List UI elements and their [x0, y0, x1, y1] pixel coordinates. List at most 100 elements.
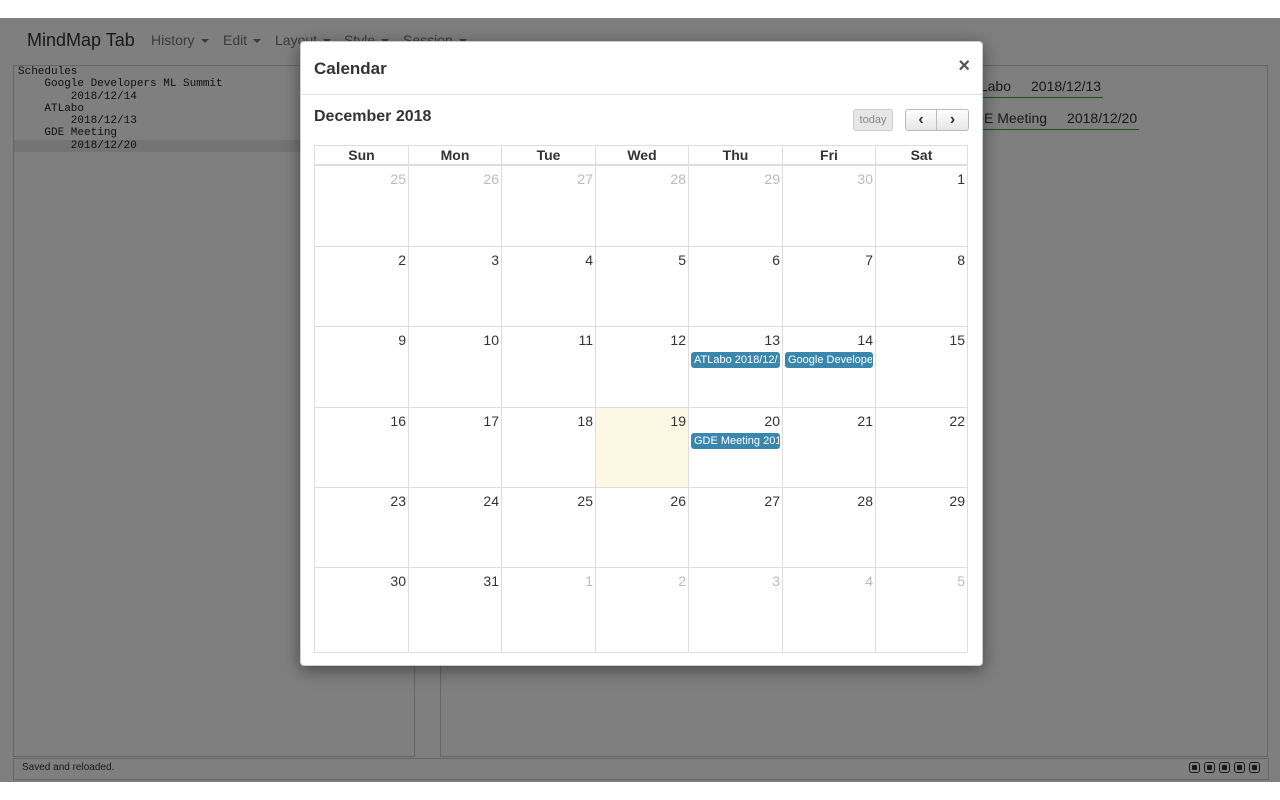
- day-number: 9: [398, 332, 406, 348]
- day-cell[interactable]: 10: [408, 326, 502, 408]
- weekday-header: Tue: [501, 145, 596, 165]
- day-cell[interactable]: 26: [595, 487, 689, 568]
- day-cell[interactable]: 28: [782, 487, 876, 568]
- day-number: 6: [772, 252, 780, 268]
- day-cell[interactable]: 1: [875, 165, 968, 247]
- day-cell[interactable]: 13 ATLabo 2018/12/13: [688, 326, 783, 408]
- day-cell[interactable]: 23: [314, 487, 409, 568]
- day-cell[interactable]: 14 Google Developers ML Summit 2018/12/14: [782, 326, 876, 408]
- day-number: 4: [585, 252, 593, 268]
- day-cell[interactable]: 11: [501, 326, 596, 408]
- day-cell[interactable]: 9: [314, 326, 409, 408]
- day-cell[interactable]: 5: [875, 567, 968, 653]
- day-number: 19: [670, 413, 686, 429]
- day-number: 13: [764, 332, 780, 348]
- day-cell[interactable]: 18: [501, 407, 596, 488]
- day-cell[interactable]: 29: [688, 165, 783, 247]
- day-number: 12: [670, 332, 686, 348]
- weekday-header: Mon: [408, 145, 502, 165]
- modal-title: Calendar: [314, 59, 387, 78]
- day-number: 2: [678, 573, 686, 589]
- day-cell[interactable]: 4: [782, 567, 876, 653]
- day-cell[interactable]: 4: [501, 246, 596, 327]
- day-cell[interactable]: 21: [782, 407, 876, 488]
- today-button[interactable]: today: [853, 109, 893, 131]
- calendar-event[interactable]: ATLabo 2018/12/13: [691, 352, 780, 368]
- next-month-button[interactable]: ›: [937, 109, 969, 131]
- day-cell[interactable]: 15: [875, 326, 968, 408]
- day-cell[interactable]: 30: [314, 567, 409, 653]
- day-number: 26: [483, 171, 499, 187]
- day-number: 28: [670, 171, 686, 187]
- day-cell[interactable]: 27: [688, 487, 783, 568]
- day-number: 15: [949, 332, 965, 348]
- day-cell[interactable]: 5: [595, 246, 689, 327]
- weekday-header: Fri: [782, 145, 876, 165]
- day-number: 5: [957, 573, 965, 589]
- day-number: 31: [483, 573, 499, 589]
- day-cell[interactable]: 3: [408, 246, 502, 327]
- day-cell[interactable]: 29: [875, 487, 968, 568]
- day-number: 16: [390, 413, 406, 429]
- month-nav: ‹ ›: [905, 109, 969, 131]
- day-number: 27: [764, 493, 780, 509]
- day-number: 3: [772, 573, 780, 589]
- day-number: 25: [390, 171, 406, 187]
- day-cell[interactable]: 22: [875, 407, 968, 488]
- day-cell[interactable]: 27: [501, 165, 596, 247]
- day-cell[interactable]: 2: [595, 567, 689, 653]
- day-cell[interactable]: 16: [314, 407, 409, 488]
- day-cell[interactable]: 7: [782, 246, 876, 327]
- day-number: 30: [390, 573, 406, 589]
- day-cell[interactable]: 6: [688, 246, 783, 327]
- day-number: 26: [670, 493, 686, 509]
- day-cell[interactable]: 8: [875, 246, 968, 327]
- day-number: 1: [585, 573, 593, 589]
- day-number: 24: [483, 493, 499, 509]
- day-number: 10: [483, 332, 499, 348]
- weekday-header: Wed: [595, 145, 689, 165]
- day-number: 7: [865, 252, 873, 268]
- day-number: 3: [491, 252, 499, 268]
- weekday-header: Sun: [314, 145, 409, 165]
- day-cell[interactable]: 17: [408, 407, 502, 488]
- day-cell[interactable]: 20 GDE Meeting 2018/12/20: [688, 407, 783, 488]
- day-number: 20: [764, 413, 780, 429]
- day-number: 21: [857, 413, 873, 429]
- day-number: 14: [857, 332, 873, 348]
- day-cell[interactable]: 25: [501, 487, 596, 568]
- day-number: 28: [857, 493, 873, 509]
- day-cell[interactable]: 26: [408, 165, 502, 247]
- day-cell[interactable]: 31: [408, 567, 502, 653]
- day-number: 23: [390, 493, 406, 509]
- day-cell[interactable]: 24: [408, 487, 502, 568]
- day-cell[interactable]: 30: [782, 165, 876, 247]
- day-cell[interactable]: 25: [314, 165, 409, 247]
- day-number: 5: [678, 252, 686, 268]
- day-number: 25: [577, 493, 593, 509]
- day-number: 17: [483, 413, 499, 429]
- day-number: 2: [398, 252, 406, 268]
- day-number: 4: [865, 573, 873, 589]
- weekday-header: Sat: [875, 145, 968, 165]
- day-number: 30: [857, 171, 873, 187]
- day-cell[interactable]: 28: [595, 165, 689, 247]
- day-number: 1: [957, 171, 965, 187]
- day-cell[interactable]: 12: [595, 326, 689, 408]
- day-number: 11: [578, 332, 593, 348]
- weekday-header: Thu: [688, 145, 783, 165]
- calendar-modal: Calendar × December 2018 today ‹ › Sun Mo…: [300, 41, 983, 666]
- prev-month-button[interactable]: ‹: [905, 109, 937, 131]
- day-cell[interactable]: 1: [501, 567, 596, 653]
- calendar-event[interactable]: GDE Meeting 2018/12/20: [691, 433, 780, 449]
- day-number: 27: [577, 171, 593, 187]
- close-icon[interactable]: ×: [958, 55, 970, 78]
- day-cell[interactable]: 3: [688, 567, 783, 653]
- day-number: 18: [577, 413, 593, 429]
- day-cell-today[interactable]: 19: [595, 407, 689, 488]
- day-number: 29: [764, 171, 780, 187]
- day-number: 29: [949, 493, 965, 509]
- calendar-month-title: December 2018: [314, 108, 432, 125]
- calendar-event[interactable]: Google Developers ML Summit 2018/12/14: [785, 352, 873, 368]
- day-cell[interactable]: 2: [314, 246, 409, 327]
